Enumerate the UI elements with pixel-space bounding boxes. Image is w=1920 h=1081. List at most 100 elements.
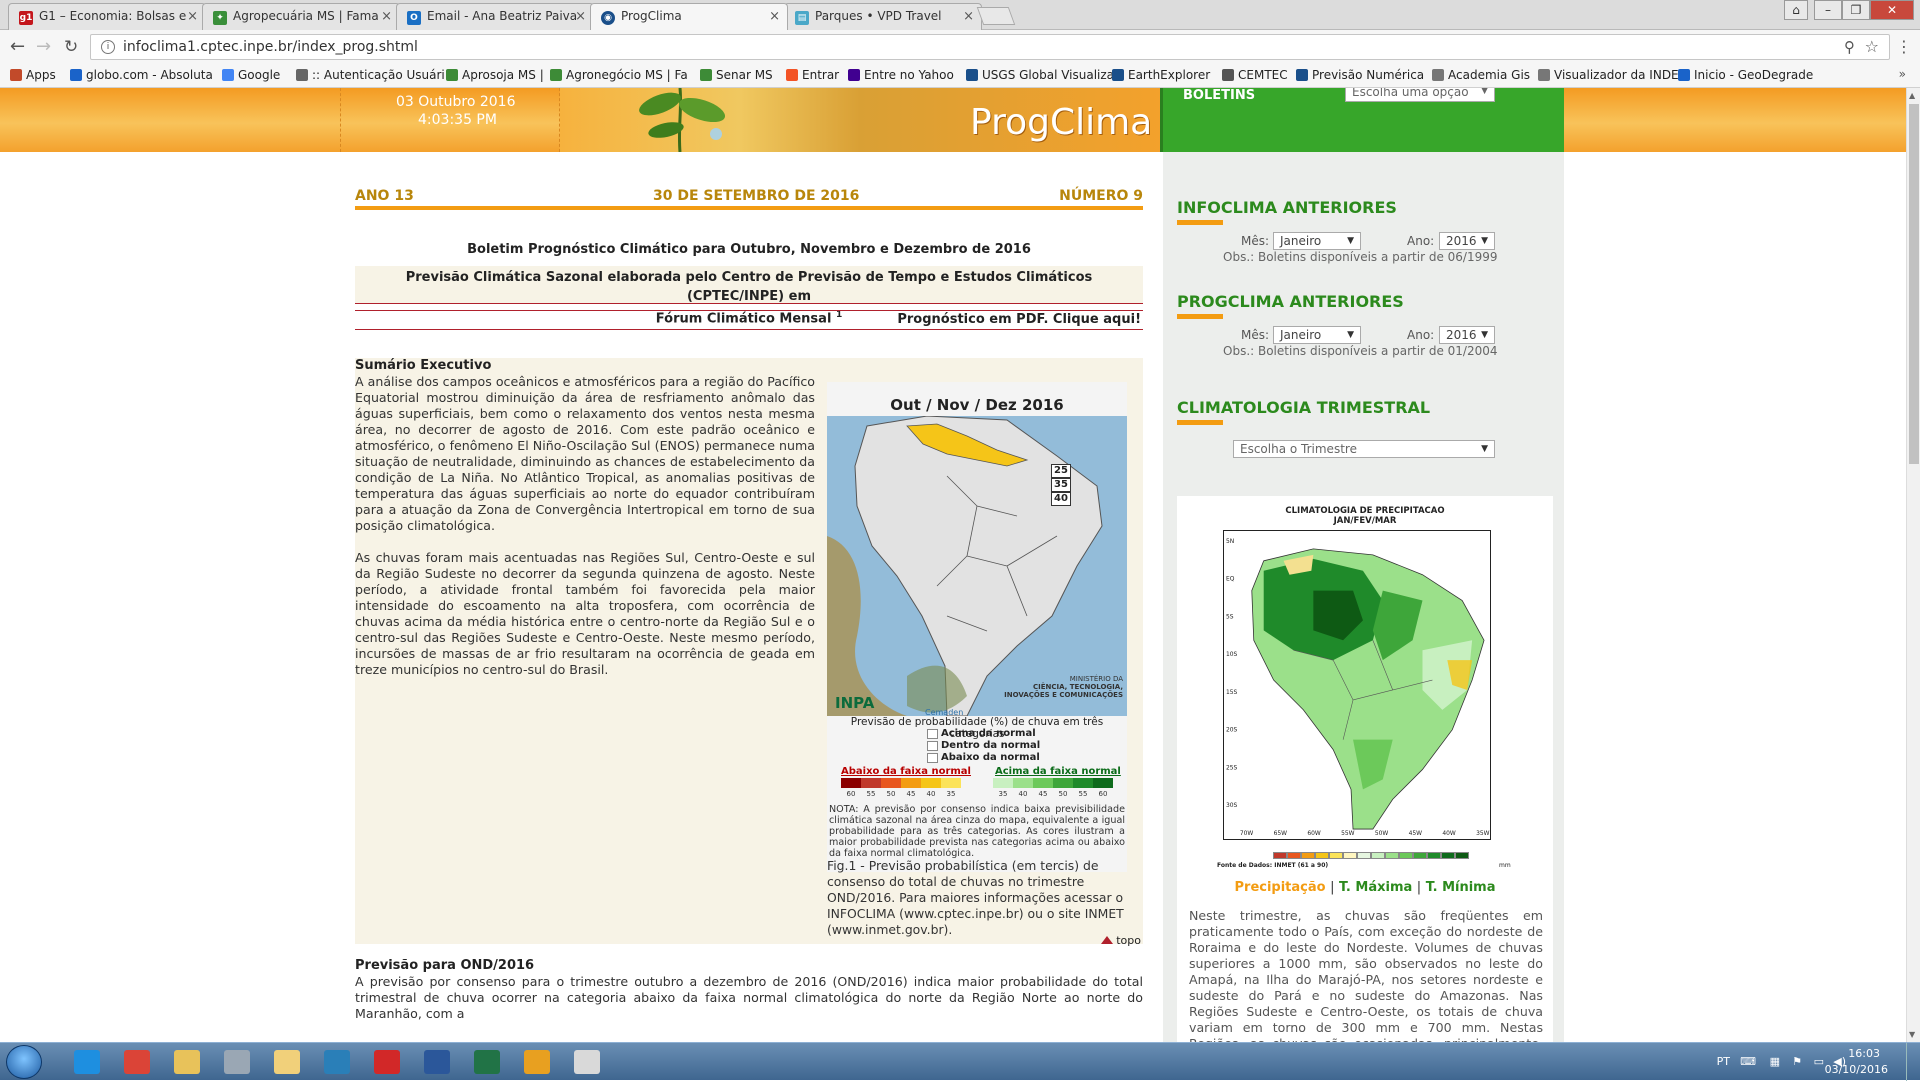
back-icon[interactable]: ←: [10, 38, 25, 56]
scale-value: 40: [1051, 492, 1071, 506]
below-colorbar: [841, 778, 961, 788]
scrollbar-thumb[interactable]: [1909, 104, 1919, 464]
bookmark-item[interactable]: globo.com - Absoluta: [70, 68, 213, 82]
tab-g1[interactable]: g1 G1 – Economia: Bolsas e ×: [8, 3, 206, 30]
tab-email[interactable]: O Email - Ana Beatriz Paiva ×: [396, 3, 594, 30]
scroll-down-icon[interactable]: ▼: [1909, 1030, 1915, 1039]
progclima-logo: ProgClima: [970, 102, 1153, 143]
taskbar-app[interactable]: [212, 1046, 264, 1078]
bookmark-label: Agronegócio MS | Fa: [566, 68, 688, 82]
climatologia-text: Neste trimestre, as chuvas são freqüente…: [1189, 908, 1543, 1042]
address-bar[interactable]: i infoclima1.cptec.inpe.br/index_prog.sh…: [90, 34, 1890, 60]
pdf-link[interactable]: Prognóstico em PDF. Clique aqui!: [897, 312, 1141, 327]
user-icon[interactable]: ⌂: [1784, 0, 1808, 20]
progclima-month-select[interactable]: Janeiro ▼: [1273, 326, 1361, 344]
bookmark-item[interactable]: USGS Global Visualiza: [966, 68, 1114, 82]
close-icon[interactable]: ×: [381, 9, 392, 24]
bookmark-item[interactable]: Visualizador da INDE: [1538, 68, 1679, 82]
ano-label: Ano:: [1407, 328, 1435, 342]
figure-title: Out / Nov / Dez 2016: [890, 396, 1064, 414]
taskbar-app[interactable]: [262, 1046, 314, 1078]
bookmark-item[interactable]: Entre no Yahoo: [848, 68, 954, 82]
taskbar-app[interactable]: [362, 1046, 414, 1078]
tab-progclima[interactable]: ◉ ProgClima ×: [590, 3, 788, 30]
taskbar-app[interactable]: [512, 1046, 564, 1078]
printer-icon[interactable]: ▦: [1770, 1055, 1780, 1068]
start-button[interactable]: [6, 1045, 42, 1079]
bookmark-item[interactable]: Academia Gis: [1432, 68, 1530, 82]
url-text[interactable]: infoclima1.cptec.inpe.br/index_prog.shtm…: [123, 39, 418, 55]
tmax-link[interactable]: T. Máxima: [1339, 880, 1412, 895]
bookmarks-overflow-button[interactable]: »: [1899, 67, 1906, 81]
infoclima-month-select[interactable]: Janeiro ▼: [1273, 232, 1361, 250]
colorbar-swatch: [1427, 852, 1441, 859]
flag-icon[interactable]: ⚑: [1792, 1055, 1802, 1068]
language-indicator[interactable]: PT: [1717, 1055, 1730, 1068]
close-icon[interactable]: ×: [187, 9, 198, 24]
scroll-up-icon[interactable]: ▲: [1909, 91, 1915, 100]
select-value: 2016: [1446, 234, 1477, 248]
bookmark-item[interactable]: Inicio - GeoDegrade: [1678, 68, 1813, 82]
clock-time[interactable]: 16:03: [1848, 1047, 1880, 1060]
taskbar-app[interactable]: [412, 1046, 464, 1078]
boletim-title: Boletim Prognóstico Climático para Outub…: [467, 242, 1031, 257]
progclima-year-select[interactable]: 2016 ▼: [1439, 326, 1495, 344]
maximize-button[interactable]: ❐: [1842, 0, 1870, 20]
close-icon[interactable]: ×: [575, 9, 586, 24]
colorbar-swatch: [993, 778, 1013, 788]
taskbar-app[interactable]: [462, 1046, 514, 1078]
close-window-button[interactable]: ✕: [1870, 0, 1914, 20]
infoclima-year-select[interactable]: 2016 ▼: [1439, 232, 1495, 250]
tmin-link[interactable]: T. Mínima: [1426, 880, 1496, 895]
bookmark-item[interactable]: Aprosoja MS |: [446, 68, 544, 82]
bookmark-item[interactable]: Agronegócio MS | Fa: [550, 68, 688, 82]
bookmark-item[interactable]: Google: [222, 68, 280, 82]
bookmark-item[interactable]: Previsão Numérica: [1296, 68, 1424, 82]
bookmark-item[interactable]: Entrar: [786, 68, 839, 82]
trimestre-select[interactable]: Escolha o Trimestre ▼: [1233, 440, 1495, 458]
tab-parques[interactable]: ▤ Parques • VPD Travel ×: [784, 3, 982, 30]
bookmark-item[interactable]: Apps: [10, 68, 56, 82]
bookmark-label: Aprosoja MS |: [462, 68, 544, 82]
bookmark-item[interactable]: Senar MS: [700, 68, 773, 82]
bookmark-label: Apps: [26, 68, 56, 82]
forward-icon[interactable]: →: [36, 38, 51, 56]
bookmark-item[interactable]: CEMTEC: [1222, 68, 1288, 82]
keyboard-icon[interactable]: ⌨: [1740, 1055, 1756, 1068]
taskbar-app[interactable]: [312, 1046, 364, 1078]
zoom-icon[interactable]: ⚲: [1844, 38, 1855, 56]
taskbar: PT ⌨ ▦ ⚑ ▭ ◀) 16:03 03/10/2016: [0, 1042, 1920, 1081]
chevron-down-icon: ▼: [1347, 236, 1354, 246]
star-icon[interactable]: ☆: [1865, 37, 1879, 56]
infoclima-obs: Obs.: Boletins disponíveis a partir de 0…: [1223, 250, 1498, 264]
close-icon[interactable]: ×: [769, 9, 780, 24]
tab-strip: g1 G1 – Economia: Bolsas e × ✦ Agropecuá…: [0, 0, 1920, 30]
menu-icon[interactable]: ⋮: [1896, 37, 1912, 56]
taskbar-app[interactable]: [562, 1046, 614, 1078]
minimize-button[interactable]: –: [1814, 0, 1842, 20]
taskbar-app[interactable]: [62, 1046, 114, 1078]
precipitacao-link[interactable]: Precipitação: [1235, 880, 1326, 895]
colorbar-swatch: [921, 778, 941, 788]
clock-date[interactable]: 03/10/2016: [1825, 1063, 1888, 1076]
show-desktop-button[interactable]: [1906, 1043, 1920, 1081]
network-icon[interactable]: ▭: [1814, 1055, 1824, 1068]
legend-label: Acima da normal: [941, 728, 1036, 739]
topo-link[interactable]: topo: [1101, 934, 1141, 947]
reload-icon[interactable]: ↻: [64, 38, 78, 56]
page-scrollbar[interactable]: ▲ ▼: [1906, 88, 1920, 1042]
tab-agropecuaria[interactable]: ✦ Agropecuária MS | Fama ×: [202, 3, 400, 30]
taskbar-app[interactable]: [112, 1046, 164, 1078]
taskbar-app[interactable]: [162, 1046, 214, 1078]
clima-links: Precipitação | T. Máxima | T. Mínima: [1177, 880, 1553, 895]
new-tab-button[interactable]: [976, 7, 1016, 25]
bookmark-item[interactable]: EarthExplorer: [1112, 68, 1210, 82]
unit-label: mm: [1499, 862, 1511, 869]
boletins-select[interactable]: Escolha uma opção ▼: [1345, 88, 1495, 102]
bookmark-item[interactable]: :: Autenticação Usuári: [296, 68, 445, 82]
close-icon[interactable]: ×: [963, 9, 974, 24]
longitude-labels: 70W 65W 60W 55W 50W 45W 40W 35W: [1240, 830, 1490, 837]
title-underline: [1177, 314, 1223, 319]
info-icon[interactable]: i: [101, 40, 115, 54]
climatologia-map[interactable]: 5N EQ 5S 10S 15S 20S 25S 30S 70W 65W 60W 55W 50W 45W…: [1223, 530, 1491, 840]
